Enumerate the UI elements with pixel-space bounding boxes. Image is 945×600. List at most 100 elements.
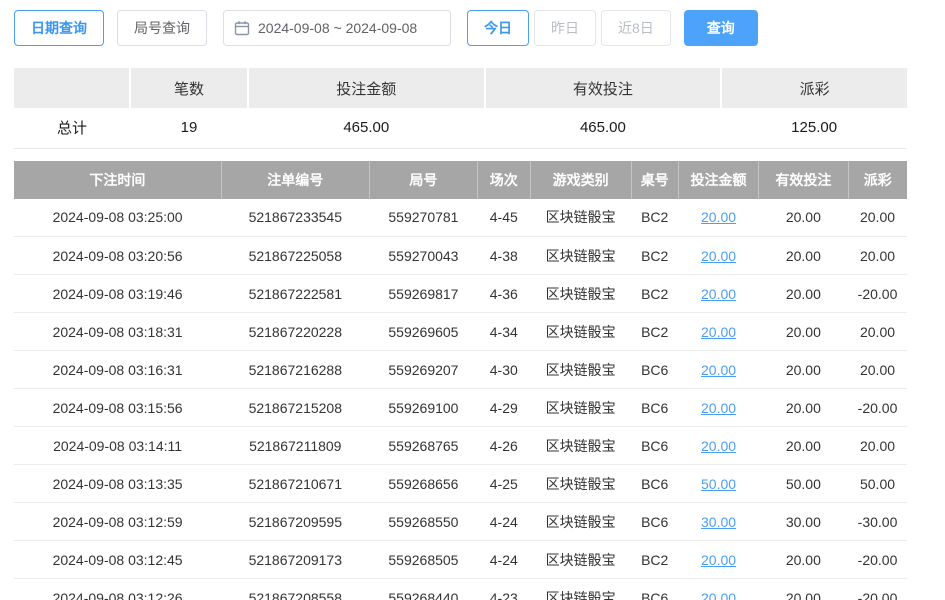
valid-bet-cell: 20.00: [759, 541, 848, 579]
payout-cell: 20.00: [848, 237, 907, 275]
round-number-cell: 559268656: [369, 465, 477, 503]
records-table: 下注时间 注单编号 局号 场次 游戏类别 桌号 投注金额 有效投注 派彩 202…: [14, 161, 907, 600]
table-row: 2024-09-08 03:25:00521867233545559270781…: [14, 199, 907, 237]
bet-amount-link[interactable]: 20.00: [701, 286, 736, 302]
game-type-cell: 区块链骰宝: [530, 351, 631, 389]
table-row: 2024-09-08 03:12:45521867209173559268505…: [14, 541, 907, 579]
query-button[interactable]: 查询: [684, 10, 758, 46]
bet-time-cell: 2024-09-08 03:14:11: [14, 427, 221, 465]
game-type-cell: 区块链骰宝: [530, 199, 631, 237]
table-row: 2024-09-08 03:12:59521867209595559268550…: [14, 503, 907, 541]
table-row: 2024-09-08 03:15:56521867215208559269100…: [14, 389, 907, 427]
valid-bet-cell: 30.00: [759, 503, 848, 541]
bet-amount-link[interactable]: 20.00: [701, 362, 736, 378]
today-button[interactable]: 今日: [467, 10, 529, 46]
bet-amount-cell: 20.00: [678, 541, 758, 579]
payout-cell: 20.00: [848, 427, 907, 465]
valid-bet-cell: 20.00: [759, 351, 848, 389]
order-number-cell: 521867216288: [221, 351, 369, 389]
order-number-cell: 521867233545: [221, 199, 369, 237]
payout-cell: 50.00: [848, 465, 907, 503]
round-number-cell: 559269605: [369, 313, 477, 351]
game-type-cell: 区块链骰宝: [530, 313, 631, 351]
round-number-cell: 559270781: [369, 199, 477, 237]
bet-amount-link[interactable]: 50.00: [701, 476, 736, 492]
bet-amount-link[interactable]: 30.00: [701, 514, 736, 530]
col-header-bet-time: 下注时间: [14, 161, 221, 199]
game-type-cell: 区块链骰宝: [530, 579, 631, 600]
order-number-cell: 521867215208: [221, 389, 369, 427]
payout-cell: -20.00: [848, 275, 907, 313]
bet-amount-link[interactable]: 20.00: [701, 438, 736, 454]
date-query-tab[interactable]: 日期查询: [14, 10, 104, 46]
col-header-table-number: 桌号: [631, 161, 678, 199]
bet-time-cell: 2024-09-08 03:12:59: [14, 503, 221, 541]
valid-bet-cell: 20.00: [759, 275, 848, 313]
table-row: 2024-09-08 03:19:46521867222581559269817…: [14, 275, 907, 313]
round-number-cell: 559269100: [369, 389, 477, 427]
table-row: 2024-09-08 03:14:11521867211809559268765…: [14, 427, 907, 465]
payout-cell: -20.00: [848, 579, 907, 600]
bet-amount-cell: 30.00: [678, 503, 758, 541]
last8days-button[interactable]: 近8日: [601, 10, 671, 46]
valid-bet-cell: 20.00: [759, 427, 848, 465]
summary-col-empty: [14, 68, 130, 108]
bet-time-cell: 2024-09-08 03:12:45: [14, 541, 221, 579]
table-row: 2024-09-08 03:16:31521867216288559269207…: [14, 351, 907, 389]
table-number-cell: BC2: [631, 199, 678, 237]
col-header-valid-bet: 有效投注: [759, 161, 848, 199]
summary-col-payout: 派彩: [721, 68, 907, 108]
order-number-cell: 521867211809: [221, 427, 369, 465]
bet-amount-link[interactable]: 20.00: [701, 248, 736, 264]
table-number-cell: BC6: [631, 579, 678, 600]
valid-bet-cell: 20.00: [759, 313, 848, 351]
bet-amount-link[interactable]: 20.00: [701, 324, 736, 340]
records-header-row: 下注时间 注单编号 局号 场次 游戏类别 桌号 投注金额 有效投注 派彩: [14, 161, 907, 199]
bet-amount-cell: 20.00: [678, 313, 758, 351]
table-number-cell: BC6: [631, 389, 678, 427]
bet-amount-link[interactable]: 20.00: [701, 209, 736, 225]
bet-amount-cell: 20.00: [678, 579, 758, 600]
bet-amount-cell: 20.00: [678, 199, 758, 237]
summary-col-bet-amount: 投注金额: [248, 68, 485, 108]
session-cell: 4-36: [477, 275, 530, 313]
game-type-cell: 区块链骰宝: [530, 503, 631, 541]
bet-amount-cell: 20.00: [678, 427, 758, 465]
order-number-cell: 521867210671: [221, 465, 369, 503]
game-type-cell: 区块链骰宝: [530, 427, 631, 465]
order-number-cell: 521867209173: [221, 541, 369, 579]
bet-amount-link[interactable]: 20.00: [701, 400, 736, 416]
summary-col-count: 笔数: [130, 68, 248, 108]
payout-cell: 20.00: [848, 313, 907, 351]
col-header-round-number: 局号: [369, 161, 477, 199]
table-number-cell: BC2: [631, 237, 678, 275]
table-number-cell: BC6: [631, 427, 678, 465]
session-cell: 4-29: [477, 389, 530, 427]
bet-amount-link[interactable]: 20.00: [701, 590, 736, 600]
valid-bet-cell: 50.00: [759, 465, 848, 503]
date-range-picker[interactable]: 2024-09-08 ~ 2024-09-08: [223, 10, 451, 46]
col-header-order-number: 注单编号: [221, 161, 369, 199]
table-row: 2024-09-08 03:18:31521867220228559269605…: [14, 313, 907, 351]
payout-cell: -20.00: [848, 389, 907, 427]
col-header-session: 场次: [477, 161, 530, 199]
payout-cell: -30.00: [848, 503, 907, 541]
order-number-cell: 521867208558: [221, 579, 369, 600]
round-query-tab[interactable]: 局号查询: [117, 10, 207, 46]
table-row: 2024-09-08 03:20:56521867225058559270043…: [14, 237, 907, 275]
col-header-bet-amount: 投注金额: [678, 161, 758, 199]
bet-time-cell: 2024-09-08 03:16:31: [14, 351, 221, 389]
round-number-cell: 559268550: [369, 503, 477, 541]
table-number-cell: BC2: [631, 541, 678, 579]
bet-amount-link[interactable]: 20.00: [701, 552, 736, 568]
bet-amount-cell: 20.00: [678, 275, 758, 313]
bet-time-cell: 2024-09-08 03:13:35: [14, 465, 221, 503]
summary-total-valid-bet: 465.00: [485, 108, 722, 148]
summary-total-row: 总计 19 465.00 465.00 125.00: [14, 108, 907, 148]
summary-total-label: 总计: [14, 108, 130, 148]
yesterday-button[interactable]: 昨日: [534, 10, 596, 46]
table-number-cell: BC2: [631, 313, 678, 351]
bet-time-cell: 2024-09-08 03:20:56: [14, 237, 221, 275]
date-range-value: 2024-09-08 ~ 2024-09-08: [258, 20, 417, 36]
valid-bet-cell: 20.00: [759, 237, 848, 275]
